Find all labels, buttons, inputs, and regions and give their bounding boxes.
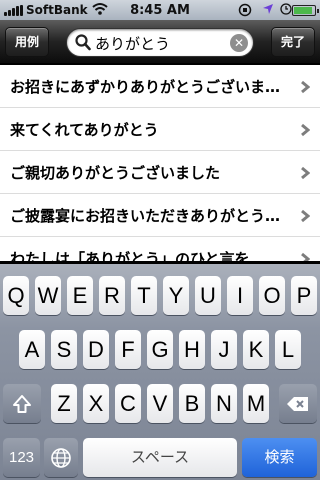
done-button[interactable]: 完了 <box>270 27 315 57</box>
list-item[interactable]: 来てくれてありがとう <box>0 108 320 151</box>
key-l[interactable]: L <box>275 330 301 369</box>
results-list: お招きにあずかりありがとうございました 来てくれてありがとう ご親切ありがとうご… <box>0 65 320 261</box>
search-icon <box>75 34 91 55</box>
status-bar: SoftBank 8:45 AM <box>0 0 320 20</box>
list-item-label: お招きにあずかりありがとうございました <box>10 78 290 96</box>
key-b[interactable]: B <box>179 384 205 423</box>
list-item-label: わたしは「ありがとう」のひと言を <box>10 250 250 261</box>
chevron-right-icon <box>300 251 311 261</box>
chevron-right-icon <box>300 122 311 141</box>
list-item[interactable]: お招きにあずかりありがとうございました <box>0 65 320 108</box>
shift-key[interactable] <box>3 384 41 423</box>
key-p[interactable]: P <box>291 276 317 315</box>
chevron-right-icon <box>300 208 311 227</box>
clear-icon[interactable]: ✕ <box>230 34 248 52</box>
search-key[interactable]: 検索 <box>242 438 317 477</box>
list-item[interactable]: ご披露宴にお招きいただきありがとうございました <box>0 194 320 237</box>
key-i[interactable]: I <box>227 276 253 315</box>
location-icon <box>262 3 274 18</box>
key-h[interactable]: H <box>179 330 205 369</box>
key-d[interactable]: D <box>83 330 109 369</box>
key-v[interactable]: V <box>147 384 173 423</box>
list-item[interactable]: わたしは「ありがとう」のひと言を <box>0 237 320 261</box>
key-e[interactable]: E <box>67 276 93 315</box>
key-f[interactable]: F <box>115 330 141 369</box>
chevron-right-icon <box>300 79 311 98</box>
key-q[interactable]: Q <box>3 276 29 315</box>
search-field[interactable]: ✕ <box>66 28 254 57</box>
list-item-label: ご親切ありがとうございました <box>10 164 221 182</box>
key-n[interactable]: N <box>211 384 237 423</box>
key-t[interactable]: T <box>131 276 157 315</box>
key-s[interactable]: S <box>51 330 77 369</box>
examples-button[interactable]: 用例 <box>5 27 50 57</box>
key-w[interactable]: W <box>35 276 61 315</box>
key-u[interactable]: U <box>195 276 221 315</box>
alarm-icon <box>280 3 292 18</box>
key-g[interactable]: G <box>147 330 173 369</box>
list-item[interactable]: ご親切ありがとうございました <box>0 151 320 194</box>
list-item-label: ご披露宴にお招きいただきありがとうございました <box>10 207 290 225</box>
orientation-lock-icon <box>238 3 252 20</box>
key-o[interactable]: O <box>259 276 285 315</box>
keyboard: Q W E R T Y U I O P A S D F G H J K L Z … <box>0 264 320 480</box>
globe-key[interactable] <box>44 438 78 477</box>
key-x[interactable]: X <box>83 384 109 423</box>
key-c[interactable]: C <box>115 384 141 423</box>
search-toolbar: 用例 ✕ 完了 <box>0 20 320 64</box>
key-k[interactable]: K <box>243 330 269 369</box>
search-input[interactable] <box>95 32 225 54</box>
numbers-key[interactable]: 123 <box>3 438 40 477</box>
key-z[interactable]: Z <box>51 384 77 423</box>
key-j[interactable]: J <box>211 330 237 369</box>
backspace-key[interactable] <box>279 384 317 423</box>
key-y[interactable]: Y <box>163 276 189 315</box>
key-m[interactable]: M <box>243 384 269 423</box>
chevron-right-icon <box>300 165 311 184</box>
space-key[interactable]: スペース <box>83 438 237 477</box>
list-item-label: 来てくれてありがとう <box>10 121 159 139</box>
battery-icon <box>292 5 319 16</box>
key-a[interactable]: A <box>19 330 45 369</box>
key-r[interactable]: R <box>99 276 125 315</box>
